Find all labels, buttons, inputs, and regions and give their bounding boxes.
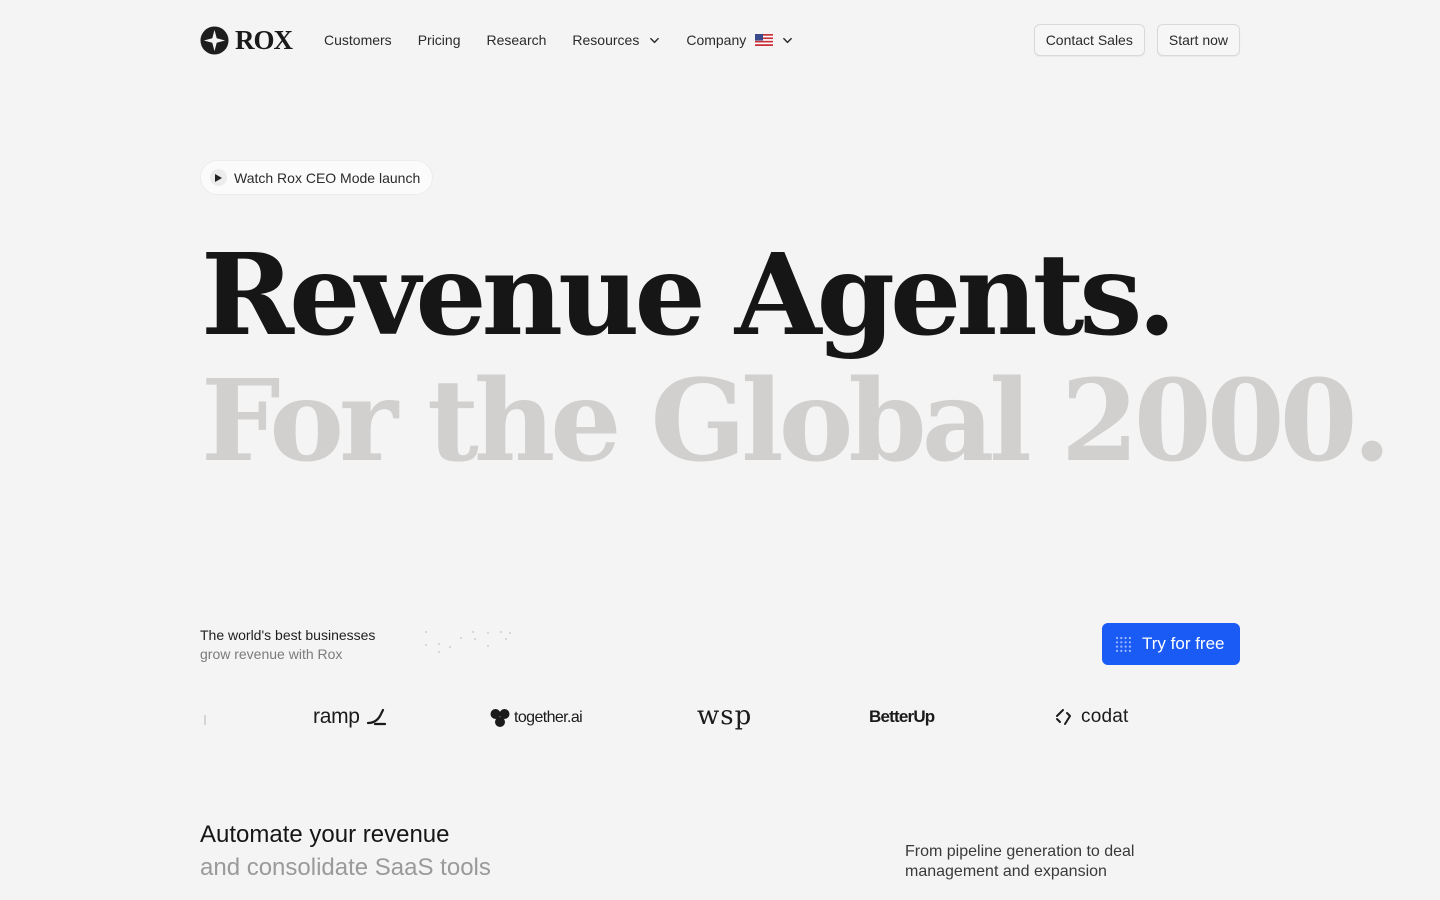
hero-subtitle: For the Global 2000. bbox=[201, 356, 1392, 487]
nav-actions: Contact Sales Start now bbox=[1033, 24, 1240, 56]
feature-heading: Automate your revenue and consolidate Sa… bbox=[200, 818, 491, 884]
feature-heading-line-1: Automate your revenue bbox=[200, 821, 450, 848]
logo-wsp: wsp bbox=[697, 701, 753, 731]
logo-fade-edge bbox=[204, 715, 206, 725]
customer-logos: ramp together.ai wsp BetterUp codat bbox=[200, 696, 1240, 740]
contact-sales-button[interactable]: Contact Sales bbox=[1033, 24, 1145, 56]
dot-grid-icon bbox=[1115, 636, 1131, 652]
brand-logo[interactable]: ROX bbox=[200, 24, 293, 56]
social-proof-line-1: The world's best businesses bbox=[200, 627, 376, 643]
nav-link-label: Resources bbox=[572, 32, 640, 48]
start-now-button[interactable]: Start now bbox=[1156, 24, 1240, 56]
logo-codat: codat bbox=[1055, 706, 1128, 728]
nav-link-pricing[interactable]: Pricing bbox=[418, 32, 461, 48]
logo-together-wordmark: together.ai bbox=[514, 709, 583, 726]
feature-description: From pipeline generation to deal managem… bbox=[905, 843, 1135, 880]
chevron-down-icon bbox=[783, 37, 793, 43]
compass-star-icon bbox=[200, 25, 229, 55]
feature-heading-line-2: and consolidate SaaS tools bbox=[200, 854, 491, 881]
try-for-free-button[interactable]: Try for free bbox=[1102, 623, 1240, 665]
nav-links: Customers Pricing Research Resources Com… bbox=[324, 32, 793, 48]
together-mark-icon bbox=[490, 709, 510, 727]
chevron-down-icon bbox=[650, 37, 660, 43]
logo-codat-wordmark: codat bbox=[1081, 706, 1129, 727]
nav-dropdown-company[interactable]: Company bbox=[686, 32, 793, 48]
hero-title: Revenue Agents. bbox=[201, 230, 1176, 361]
try-for-free-label: Try for free bbox=[1142, 634, 1225, 653]
codat-mark-icon bbox=[1056, 709, 1071, 725]
us-flag-icon bbox=[755, 34, 774, 46]
nav-link-label: Research bbox=[486, 32, 547, 48]
nav-link-label: Pricing bbox=[417, 32, 461, 48]
logo-ramp-wordmark: ramp bbox=[313, 705, 360, 728]
nav-dropdown-resources[interactable]: Resources bbox=[572, 32, 660, 48]
announcement-pill[interactable]: Watch Rox CEO Mode launch bbox=[201, 161, 433, 194]
play-icon bbox=[210, 169, 227, 186]
top-nav: ROX Customers Pricing Research Resources… bbox=[200, 24, 1240, 56]
brand-name: ROX bbox=[235, 24, 293, 55]
nav-link-label: Customers bbox=[324, 32, 392, 48]
social-proof-line-2: grow revenue with Rox bbox=[200, 646, 343, 662]
nav-link-customers[interactable]: Customers bbox=[324, 32, 392, 48]
logo-together-ai: together.ai bbox=[489, 707, 583, 729]
announcement-label: Watch Rox CEO Mode launch bbox=[234, 169, 421, 186]
social-proof-text: The world's best businesses grow revenue… bbox=[200, 626, 375, 664]
nav-link-research[interactable]: Research bbox=[486, 32, 546, 48]
logo-betterup: BetterUp bbox=[869, 707, 935, 726]
ramp-mark-icon bbox=[366, 708, 386, 726]
decorative-dots bbox=[425, 631, 511, 653]
logo-ramp: ramp bbox=[313, 705, 386, 729]
nav-link-label: Company bbox=[686, 32, 747, 48]
